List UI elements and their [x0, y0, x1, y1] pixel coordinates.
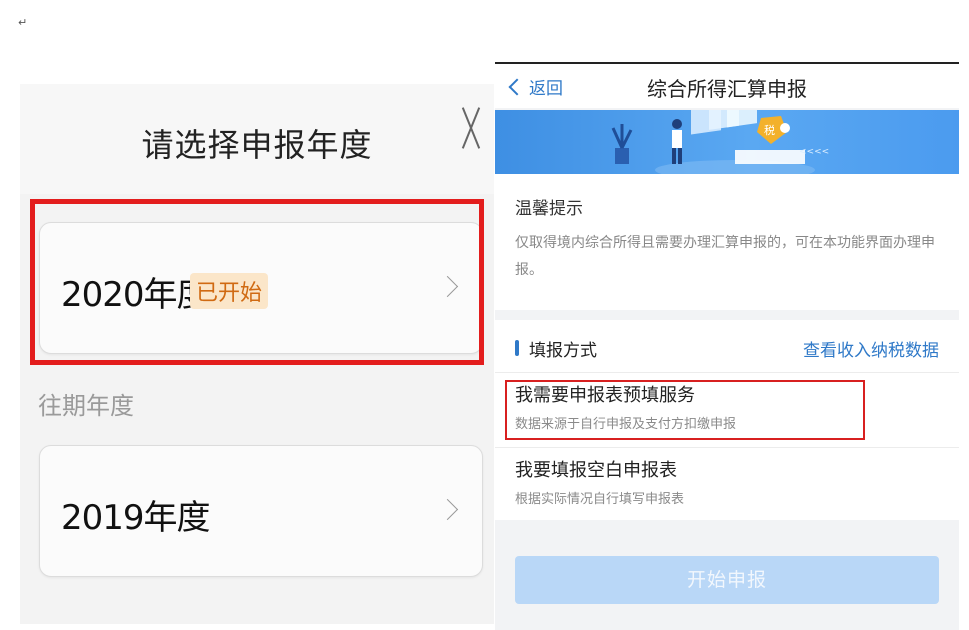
nav-title: 综合所得汇算申报: [647, 77, 807, 101]
close-icon[interactable]: [454, 106, 488, 150]
filing-method-header: 填报方式 查看收入纳税数据: [495, 320, 959, 373]
tip-title: 温馨提示: [515, 199, 583, 219]
highlight-box-prefill-option: [505, 380, 865, 440]
chevron-right-icon: [446, 498, 460, 522]
tax-sign: 税: [764, 123, 775, 137]
view-income-tax-data-link[interactable]: 查看收入纳税数据: [803, 336, 939, 361]
filing-method-title: 填报方式: [529, 341, 597, 361]
option-blank-form[interactable]: 我要填报空白申报表 根据实际情况自行填写申报表: [495, 448, 959, 522]
year-label: 2019年度: [61, 498, 211, 538]
tip-body: 仅取得境内综合所得且需要办理汇算申报的，可在本功能界面办理申报。: [515, 235, 935, 278]
banner-art-icon: 税 <<<<: [611, 110, 829, 174]
highlight-box-current-year: [30, 199, 484, 365]
nav-bar: 返回 综合所得汇算申报: [495, 64, 959, 108]
option-title: 我要填报空白申报表: [515, 460, 677, 481]
year-card-2019[interactable]: 2019年度: [39, 445, 483, 577]
option-subtitle: 根据实际情况自行填写申报表: [515, 492, 685, 507]
start-declaration-button[interactable]: 开始申报: [515, 556, 939, 604]
year-selection-header: 请选择申报年度: [20, 84, 494, 194]
year-selection-panel: 请选择申报年度 2020年度 已开始 往期年度 2019年度: [20, 84, 494, 624]
banner-arrows: <<<<: [799, 147, 829, 157]
tip-section: 温馨提示 仅取得境内综合所得且需要办理汇算申报的，可在本功能界面办理申报。: [495, 174, 959, 310]
banner-illustration: 税 <<<<: [495, 110, 959, 174]
declaration-panel: 返回 综合所得汇算申报 税 <<<< 温馨提示 仅取得境内综合所得且需要办理汇算…: [495, 62, 959, 630]
past-years-label: 往期年度: [38, 392, 134, 420]
page-title: 请选择申报年度: [141, 126, 373, 164]
section-bar-icon: [515, 340, 519, 356]
paragraph-mark: ↵: [18, 16, 28, 29]
